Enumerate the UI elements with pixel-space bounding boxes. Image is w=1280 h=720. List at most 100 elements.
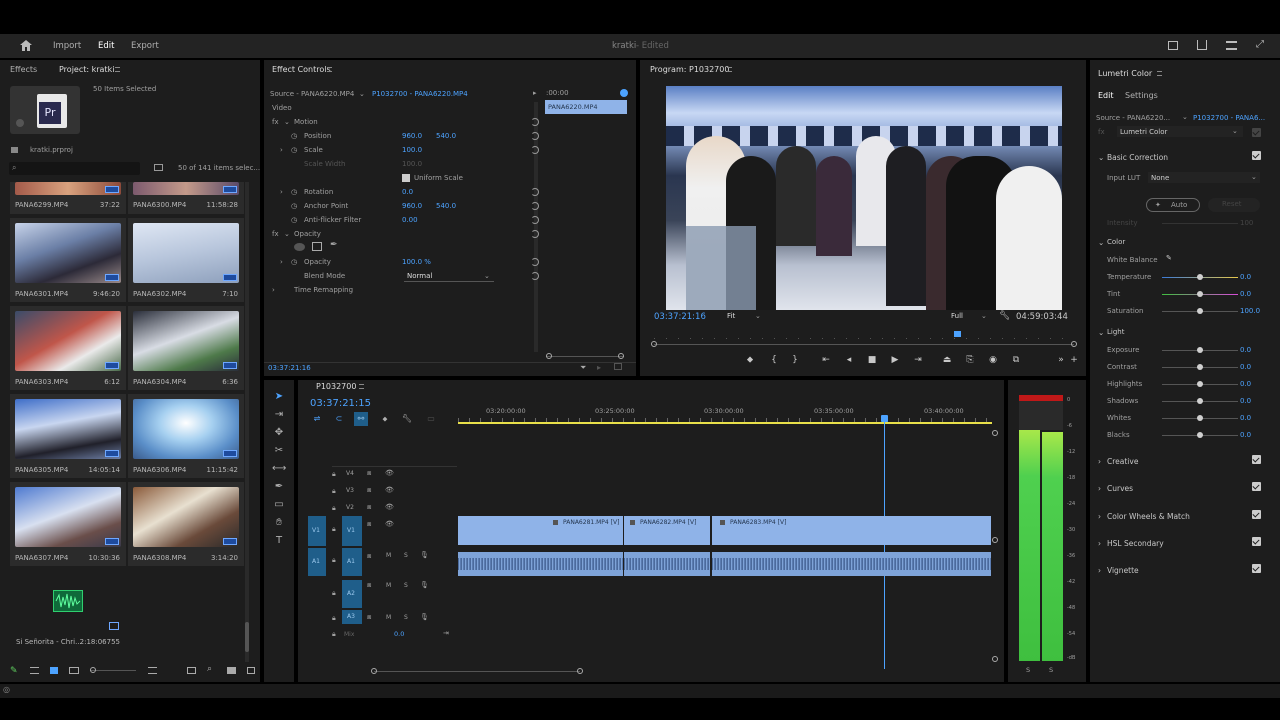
stopwatch-anchor-icon[interactable]: ◷ [291, 202, 297, 210]
blacks-value[interactable]: 0.0 [1240, 431, 1251, 439]
solo-button[interactable]: S [404, 552, 408, 559]
button-editor-icon[interactable]: + [1067, 355, 1081, 365]
stop-icon[interactable]: ■ [865, 355, 879, 365]
antiflicker-value[interactable]: 0.00 [402, 216, 418, 224]
effects-timecode[interactable]: 03:37:21:16 [268, 364, 311, 372]
project-menu-icon[interactable] [115, 67, 120, 72]
clip-tile[interactable]: PANA6300.MP4 11:58:28 [128, 182, 244, 214]
timeline-h-scroll[interactable] [371, 668, 583, 674]
v-scroll-top[interactable] [992, 430, 998, 436]
video-clip[interactable]: PANA6281.MP4 [V] [458, 516, 623, 545]
pen-mask-icon[interactable]: ✒ [330, 240, 338, 250]
basic-correction-header[interactable]: Basic Correction [1107, 153, 1168, 162]
program-playhead[interactable] [954, 331, 961, 337]
pencil-icon[interactable]: ✎ [10, 666, 18, 676]
expand-curves[interactable]: › [1098, 484, 1101, 493]
hand-tool-icon[interactable]: ✋︎ [272, 516, 286, 530]
color-wheels-checkbox[interactable] [1252, 510, 1261, 519]
automate-icon[interactable] [187, 667, 196, 674]
clip-tile[interactable]: PANA6301.MP4 9:46:20 [10, 218, 126, 302]
solo-left-button[interactable]: S [1026, 666, 1030, 674]
clip-tile[interactable]: PANA6307.MP4 10:30:36 [10, 482, 126, 566]
solo-button[interactable]: S [404, 582, 408, 589]
color-wheels-header[interactable]: Color Wheels & Match [1107, 512, 1190, 521]
zoom-slider[interactable] [90, 667, 136, 673]
mute-button[interactable]: M [386, 582, 391, 589]
effect-select[interactable]: Lumetri Color ⌄ [1117, 126, 1243, 137]
expand-hsl[interactable]: › [1098, 539, 1101, 548]
stopwatch-scale-icon[interactable]: ◷ [291, 146, 297, 154]
program-timecode[interactable]: 03:37:21:16 [654, 312, 706, 322]
reset-position-icon[interactable] [531, 132, 539, 140]
project-scrollbar[interactable] [245, 182, 249, 662]
sync-lock-icon[interactable]: ⧈ [367, 520, 371, 529]
anchor-x-value[interactable]: 960.0 [402, 202, 422, 210]
eye-icon[interactable]: 👁︎ [385, 503, 394, 511]
clip-tile[interactable]: PANA6299.MP4 37:22 [10, 182, 126, 214]
scale-value[interactable]: 100.0 [402, 146, 422, 154]
saturation-slider[interactable] [1162, 308, 1238, 314]
mute-button[interactable]: M [386, 614, 391, 621]
temperature-value[interactable]: 0.0 [1240, 273, 1251, 281]
lock-icon[interactable]: 🔒︎ [332, 504, 336, 513]
solo-button[interactable]: S [404, 614, 408, 621]
sync-lock-icon[interactable]: ⧈ [367, 581, 371, 590]
filter-icon[interactable]: ⏷ [580, 363, 586, 373]
clip-tile[interactable]: PANA6304.MP4 6:36 [128, 306, 244, 390]
expand-scale[interactable]: › [280, 146, 283, 154]
workspaces-icon[interactable] [1226, 41, 1237, 50]
pen-tool-icon[interactable]: ✒ [272, 480, 286, 494]
clip-tile[interactable]: PANA6305.MP4 14:05:14 [10, 394, 126, 478]
work-area-bar[interactable] [458, 422, 992, 424]
time-ruler[interactable]: 03:20:00:00 03:25:00:00 03:30:00:00 03:3… [458, 402, 992, 424]
vignette-checkbox[interactable] [1252, 564, 1261, 573]
contrast-slider[interactable] [1162, 364, 1238, 370]
expand-time-remapping[interactable]: › [272, 286, 275, 294]
step-back-icon[interactable]: ◂ [842, 355, 856, 365]
saturation-value[interactable]: 100.0 [1240, 307, 1260, 315]
lock-icon[interactable]: 🔒︎ [332, 589, 336, 598]
lumetri-source[interactable]: Source - PANA6220... [1096, 114, 1170, 122]
reset-opacity-group-icon[interactable] [531, 230, 539, 238]
stopwatch-rotation-icon[interactable]: ◷ [291, 188, 297, 196]
reset-rotation-icon[interactable] [531, 188, 539, 196]
expand-color-wheels[interactable]: › [1098, 512, 1101, 521]
mark-in-icon[interactable]: { [767, 355, 781, 365]
play-audio-icon[interactable]: ▸ [597, 363, 601, 372]
nest-icon[interactable]: ⇌ [310, 412, 324, 426]
clip-tile[interactable]: PANA6303.MP4 6:12 [10, 306, 126, 390]
whites-value[interactable]: 0.0 [1240, 414, 1251, 422]
quick-export-icon[interactable] [1168, 41, 1178, 50]
source-patch-a1[interactable]: A1 [308, 548, 326, 576]
go-to-in-icon[interactable]: ⇤ [819, 355, 833, 365]
sync-lock-icon[interactable]: ⧈ [367, 469, 371, 478]
add-marker-timeline-icon[interactable]: ⬥ [378, 412, 392, 426]
fit-select[interactable]: Fit ⌄ [727, 312, 763, 322]
eye-icon[interactable]: 👁︎ [385, 520, 394, 528]
sequence-clip[interactable]: P1032700 - PANA6220.MP4 [372, 90, 468, 98]
reset-button[interactable]: Reset [1208, 198, 1260, 212]
chevron-down-icon[interactable]: ⌄ [1182, 113, 1188, 121]
tint-value[interactable]: 0.0 [1240, 290, 1251, 298]
type-tool-icon[interactable]: T [272, 534, 286, 548]
new-bin-icon[interactable] [154, 164, 163, 171]
fullscreen-icon[interactable]: ⤢ [1256, 40, 1266, 50]
find-icon[interactable]: ⌕ [207, 664, 212, 674]
expand-basic-correction[interactable]: ⌄ [1098, 153, 1104, 162]
temperature-slider[interactable] [1162, 274, 1238, 280]
stopwatch-opacity-icon[interactable]: ◷ [291, 258, 297, 266]
lock-icon[interactable]: 🔒︎ [332, 630, 336, 639]
razor-tool-icon[interactable]: ✂ [272, 444, 286, 458]
eyedropper-icon[interactable]: ✎ [1166, 254, 1172, 262]
mix-value[interactable]: 0.0 [394, 630, 404, 638]
track-target-a2[interactable]: A2 [342, 580, 362, 608]
chevron-down-icon[interactable]: ⌄ [359, 90, 365, 98]
effect-controls-menu-icon[interactable] [327, 67, 332, 72]
source-clip[interactable]: Source - PANA6220.MP4 [270, 90, 354, 98]
exposure-slider[interactable] [1162, 347, 1238, 353]
play-only-icon[interactable]: ▸ [533, 89, 537, 97]
wrench-icon[interactable]: 🔧︎ [999, 311, 1010, 321]
new-item-icon[interactable] [247, 667, 255, 674]
sort-icon[interactable] [148, 667, 157, 674]
creative-header[interactable]: Creative [1107, 457, 1138, 466]
